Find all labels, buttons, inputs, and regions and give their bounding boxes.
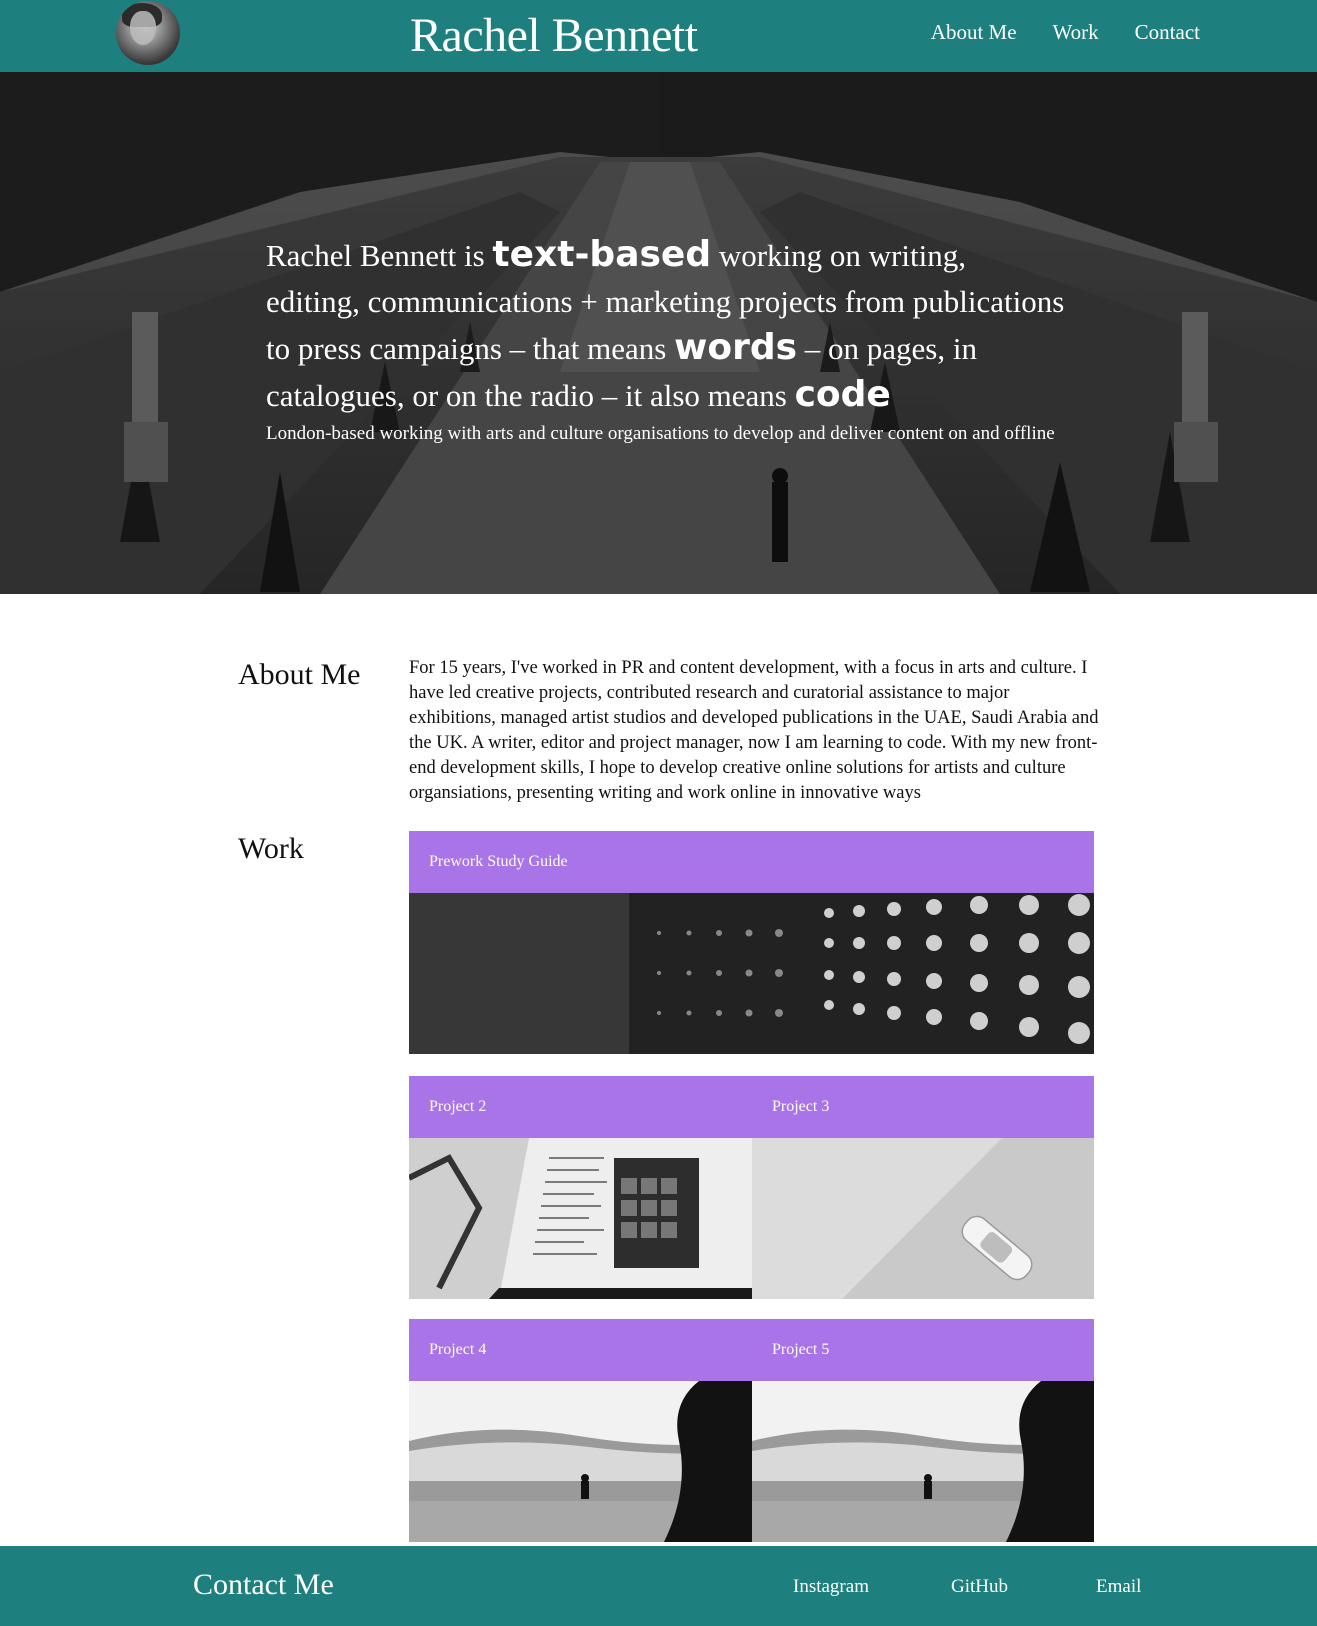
hero-subtitle: London-based working with arts and cultu… bbox=[266, 423, 1055, 444]
instagram-link[interactable]: Instagram bbox=[793, 1576, 951, 1598]
hero-text-1: Rachel Bennett is bbox=[266, 238, 493, 273]
github-link[interactable]: GitHub bbox=[951, 1576, 1096, 1598]
main-nav: About Me Work Contact bbox=[931, 20, 1200, 45]
nav-link-contact[interactable]: Contact bbox=[1135, 20, 1200, 45]
hero-banner: Rachel Bennett is text-based working on … bbox=[0, 72, 1317, 594]
project-card-5[interactable]: Project 5 bbox=[752, 1319, 1094, 1542]
contact-links: Instagram GitHub Email bbox=[793, 1576, 1141, 1598]
site-header: Rachel Bennett About Me Work Contact bbox=[0, 0, 1317, 72]
surf-wave-image bbox=[752, 1381, 1094, 1542]
site-footer: Contact Me Instagram GitHub Email bbox=[0, 1546, 1317, 1626]
hero-statement: Rachel Bennett is text-based working on … bbox=[266, 232, 1066, 419]
project-title[interactable]: Project 2 bbox=[409, 1076, 752, 1138]
hero-emphasis-text-based: text-based bbox=[492, 234, 712, 275]
project-title[interactable]: Prework Study Guide bbox=[409, 831, 1094, 893]
led-wall-image bbox=[409, 893, 1094, 1054]
about-heading: About Me bbox=[238, 658, 361, 691]
project-card-3[interactable]: Project 3 bbox=[752, 1076, 1094, 1299]
about-body: For 15 years, I've worked in PR and cont… bbox=[409, 658, 1099, 803]
profile-avatar bbox=[116, 1, 180, 65]
nav-link-about[interactable]: About Me bbox=[931, 20, 1017, 45]
project-card-4[interactable]: Project 4 bbox=[409, 1319, 752, 1542]
work-heading: Work bbox=[238, 832, 304, 865]
avatar-face-shape bbox=[130, 11, 156, 45]
toy-car-image bbox=[752, 1138, 1094, 1299]
project-card-2[interactable]: Project 2 bbox=[409, 1076, 752, 1299]
hero-emphasis-words: words bbox=[674, 327, 798, 368]
project-card-prework[interactable]: Prework Study Guide bbox=[409, 831, 1094, 1054]
project-title[interactable]: Project 3 bbox=[752, 1076, 1094, 1138]
laptop-code-image bbox=[409, 1138, 752, 1299]
contact-heading: Contact Me bbox=[193, 1568, 334, 1601]
project-title[interactable]: Project 5 bbox=[752, 1319, 1094, 1381]
hero-emphasis-code: code bbox=[794, 374, 891, 415]
project-title[interactable]: Project 4 bbox=[409, 1319, 752, 1381]
hero-intro: Rachel Bennett is text-based working on … bbox=[266, 232, 1066, 445]
email-link[interactable]: Email bbox=[1096, 1576, 1141, 1598]
site-title[interactable]: Rachel Bennett bbox=[410, 8, 698, 63]
surf-wave-image bbox=[409, 1381, 752, 1542]
nav-link-work[interactable]: Work bbox=[1053, 20, 1099, 45]
